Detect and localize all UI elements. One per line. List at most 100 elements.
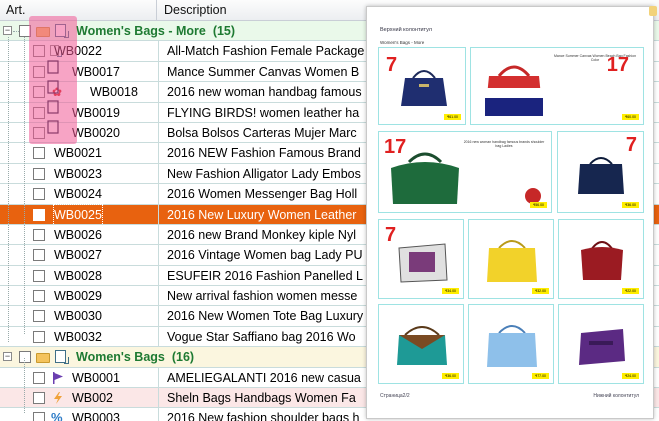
row-checkbox[interactable] (33, 208, 45, 221)
row-checkbox[interactable] (33, 290, 45, 303)
folder-open-icon (36, 353, 50, 364)
product-card[interactable]: ₹32.00 (468, 219, 554, 299)
row-checkbox[interactable] (33, 412, 45, 421)
row-icons (47, 60, 59, 134)
group-title: Women's Bags - More (15) (76, 24, 236, 38)
price-tag: ₹61.00 (444, 114, 461, 120)
description-cell: AMELIEGALANTI 2016 new casua (158, 367, 398, 388)
row-checkbox[interactable] (33, 371, 45, 384)
description-cell: 2016 new woman handbag famous (158, 82, 398, 102)
product-card[interactable]: ₹77.00 (468, 304, 554, 384)
price-tag: ₹36.00 (622, 202, 639, 208)
document-icon (55, 350, 69, 365)
article-code: WB0023 (54, 166, 102, 181)
product-card[interactable]: 7 ₹36.00 (557, 131, 644, 213)
product-title: 2016 new woman handbag famous brands sho… (463, 140, 545, 148)
product-card[interactable]: ₹22.00 (558, 219, 644, 299)
description-cell: Mance Summer Canvas Women B (158, 61, 398, 82)
flag-icon (52, 371, 64, 384)
handbag-image (581, 241, 623, 280)
row-checkbox[interactable] (33, 269, 45, 282)
row-checkbox[interactable] (33, 310, 45, 323)
handbag-image (579, 329, 625, 365)
badge-mark: 7 (625, 134, 637, 156)
article-code: WB0003 (72, 411, 120, 421)
product-card[interactable]: 7 ₹34.00 (378, 219, 464, 299)
row-checkbox[interactable] (33, 249, 45, 262)
handbag-image (397, 326, 447, 365)
percent-icon: % (51, 410, 63, 421)
description-cell: ESUFEIR 2016 Fashion Panelled L (158, 265, 398, 286)
description-cell: Vogue Star Saffiano bag 2016 Wo (158, 326, 398, 347)
preview-footer-page: Страница2/2 (380, 393, 410, 399)
price-tag: ₹60.00 (622, 114, 639, 120)
column-header-article[interactable]: Art. (0, 0, 157, 21)
article-code: WB0027 (54, 248, 102, 263)
product-card[interactable]: ₹24.00 (558, 304, 644, 384)
description-cell: Sheln Bags Handbags Women Fa (158, 388, 398, 408)
article-code: WB0001 (72, 370, 120, 385)
handbag-image (487, 240, 537, 282)
article-code: WB0030 (54, 309, 102, 324)
price-tag: ₹34.00 (442, 288, 459, 294)
toolbar-icon[interactable] (649, 6, 657, 16)
preview-header-text: Верхний колонтитул (380, 27, 432, 33)
tree-line (24, 37, 25, 334)
article-code: WB0020 (72, 125, 120, 140)
article-code: WB0017 (72, 64, 120, 79)
article-code: WB002 (72, 391, 113, 406)
price-tag: ₹22.00 (622, 288, 639, 294)
handbag-image (398, 243, 448, 283)
lightning-icon (52, 392, 64, 405)
article-code: WB0028 (54, 268, 102, 283)
article-code: WB0029 (54, 289, 102, 304)
group-title: Women's Bags (16) (76, 350, 195, 365)
description-cell: 2016 Women Messenger Bag Holl (158, 184, 398, 204)
article-code: WB0019 (72, 105, 120, 120)
collapse-icon[interactable]: − (3, 352, 12, 362)
group-checkbox[interactable] (19, 351, 31, 364)
product-card[interactable]: 7 ₹61.00 (378, 47, 466, 125)
print-preview-panel[interactable]: Верхний колонтитул Women's Bags - More 7… (366, 6, 654, 419)
badge-mark: 17 (384, 136, 407, 158)
collapse-icon[interactable]: − (3, 26, 12, 35)
description-cell: 2016 New Women Tote Bag Luxury (158, 306, 398, 326)
row-checkbox[interactable] (33, 330, 45, 343)
description-cell: All-Match Fashion Female Package (158, 41, 398, 61)
description-cell: FLYING BIRDS! women leather ha (158, 102, 398, 122)
article-code: WB0024 (54, 187, 102, 202)
tree-line (24, 358, 25, 413)
row-checkbox[interactable] (33, 392, 45, 405)
description-cell: 2016 Vintage Women bag Lady PU (158, 245, 398, 265)
article-code: WB0032 (54, 329, 102, 344)
price-tag: ₹77.00 (532, 373, 549, 379)
price-tag: ₹36.00 (442, 373, 459, 379)
article-code: WB0026 (54, 227, 102, 242)
handbag-image (401, 70, 447, 106)
description-cell: 2016 New fashion shoulder bags h (158, 408, 398, 421)
description-cell: New arrival fashion women messe (158, 286, 398, 306)
column-header-description[interactable]: Description (158, 0, 398, 21)
price-tag: ₹56.00 (530, 202, 547, 208)
description-cell: Bolsa Bolsos Carteras Mujer Marc (158, 122, 398, 143)
row-checkbox[interactable] (33, 188, 45, 201)
product-card[interactable]: 2016 new woman handbag famous brands sho… (378, 131, 552, 213)
product-card[interactable]: ₹36.00 (378, 304, 464, 384)
preview-section-title: Women's Bags - More (380, 40, 425, 45)
description-cell: 2016 NEW Fashion Famous Brand (158, 143, 398, 163)
article-code: WB0018 (90, 85, 138, 100)
row-checkbox[interactable] (33, 228, 45, 241)
app-window: Art. Description − Women's Bags - More (… (0, 0, 659, 421)
price-tag: ₹24.00 (622, 373, 639, 379)
handbag-image (487, 325, 537, 367)
article-code: WB0021 (54, 146, 102, 161)
row-checkbox[interactable] (33, 147, 45, 160)
badge-mark: 17 (606, 54, 629, 76)
description-cell: 2016 New Luxury Women Leather (158, 204, 398, 224)
tree-line (8, 37, 9, 342)
row-checkbox[interactable] (33, 167, 45, 180)
product-card[interactable]: Mance Summer Canvas Women Beach Bag Fash… (470, 47, 644, 125)
price-tag: ₹32.00 (532, 288, 549, 294)
handbag-image (578, 157, 624, 194)
handbag-image (485, 65, 543, 116)
